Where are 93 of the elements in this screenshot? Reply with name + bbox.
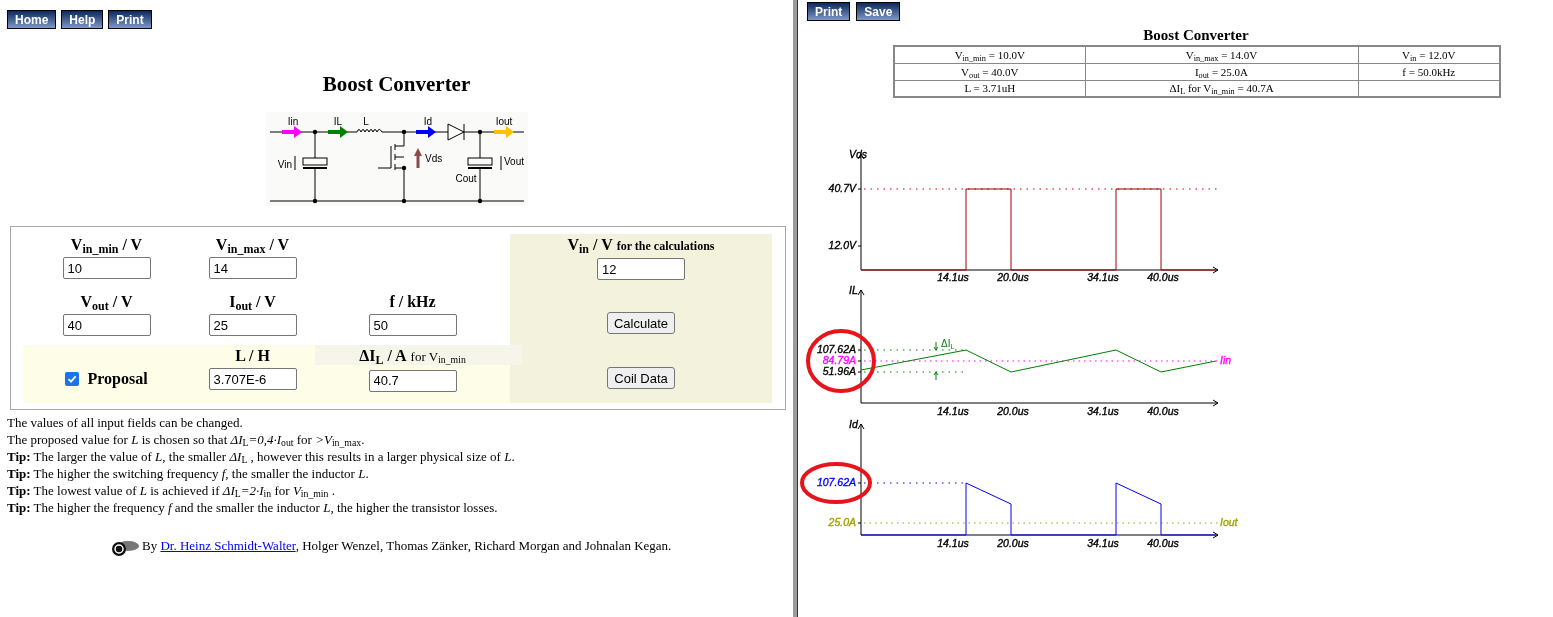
input-field[interactable]: 12 xyxy=(597,258,685,280)
tick-mark xyxy=(857,482,862,484)
input-field[interactable]: 10 xyxy=(62,257,151,279)
circuit-label: Vout xyxy=(504,156,525,167)
circuit-label: Iin xyxy=(287,116,299,127)
summary-cell: V$_{in_max}$ = 14.0V xyxy=(1185,48,1258,61)
axis-label: IL xyxy=(849,284,858,296)
circuit-label: IL xyxy=(333,116,343,127)
current-arrow-icon xyxy=(328,126,348,138)
circuit-label: Vds xyxy=(425,153,443,164)
axis-label: Vds xyxy=(849,148,868,160)
summary-cell: V$_{in}$ = 12.0V xyxy=(1402,48,1456,61)
tick-label: 12.0V xyxy=(828,239,856,251)
delta-label: ΔI$_{L}$ xyxy=(941,338,955,350)
delta-arrow-icon xyxy=(933,341,939,381)
tick-label: 14.1us xyxy=(937,537,969,549)
field-label: V$_{in_min}$ / V xyxy=(70,236,143,254)
tick-label: 40.0us xyxy=(1147,405,1179,417)
summary-cell: ΔI$_{L}$ for V$_{in_min}$ = 40.7A xyxy=(1169,82,1274,95)
tick-label: 25.0A xyxy=(828,516,856,528)
proposal-checkbox[interactable] xyxy=(65,372,80,386)
series-label: Iin xyxy=(1220,354,1232,366)
input-field[interactable]: 40 xyxy=(62,314,151,336)
input-field[interactable]: 14 xyxy=(208,257,297,279)
tick-label: 34.1us xyxy=(1087,405,1119,417)
tick-label: 107.62A xyxy=(816,343,856,355)
summary-cell: I$_{out}$ = 25.0A xyxy=(1194,65,1249,78)
note-text: Tip: The lowest value of L is achieved if ΔI$_{L}$=2·I$_{in}$ for V$_{in_min}$ . xyxy=(7,482,336,499)
tick-label: 40.0us xyxy=(1147,271,1179,283)
tick-label: 34.1us xyxy=(1087,271,1119,283)
note-text: Tip: The larger the value of L, the smaller ΔI$_{L}$ , however this results in a larger physical size of L. xyxy=(7,448,516,465)
field-label: V$_{out}$ / V xyxy=(80,293,133,311)
copyright-logo-icon xyxy=(110,539,140,556)
summary-cell: V$_{out}$ = 40.0V xyxy=(961,65,1019,78)
summary-cell: L = 3.71uH xyxy=(964,82,1016,95)
tick-label: 34.1us xyxy=(1087,537,1119,549)
author-link[interactable]: Dr. Heinz Schmidt-Walter xyxy=(160,538,296,553)
page-title: Boost Converter xyxy=(321,72,472,96)
tick-mark xyxy=(857,371,862,373)
checkbox-label: Proposal xyxy=(87,369,148,390)
voltage-arrow-icon xyxy=(414,148,422,168)
tick-mark xyxy=(857,349,862,351)
credits-text: By Dr. Heinz Schmidt-Walter, Holger Wenzel, Thomas Zänker, Richard Morgan and Johnalan Kegan. xyxy=(142,537,672,555)
form-button[interactable]: Calculate xyxy=(606,312,676,334)
input-field[interactable]: 50 xyxy=(368,314,457,336)
nav-button[interactable]: Print xyxy=(108,10,152,29)
tick-mark xyxy=(857,188,862,190)
tick-label: 20.0us xyxy=(997,271,1029,283)
nav-button[interactable]: Print xyxy=(807,2,851,21)
field-label: V$_{in}$ / V xyxy=(567,236,613,254)
series-label: Iout xyxy=(1220,516,1238,528)
form-button[interactable]: Coil Data xyxy=(607,367,675,389)
tick-label: 20.0us xyxy=(997,405,1029,417)
field-label-note: for the calculations xyxy=(616,238,715,255)
current-arrow-icon xyxy=(494,126,514,138)
circuit-label: Iout xyxy=(495,116,513,127)
current-arrow-icon xyxy=(282,126,302,138)
field-label-note: for V$_{in_min}$ xyxy=(410,348,466,367)
circuit-label: Id xyxy=(423,116,433,127)
summary-cell: f = 50.0kHz xyxy=(1402,65,1456,78)
tick-label: 14.1us xyxy=(937,405,969,417)
note-text: The values of all input fields can be changed. xyxy=(7,414,244,431)
tick-label: 40.7V xyxy=(828,182,856,194)
tick-label: 14.1us xyxy=(937,271,969,283)
circuit-label: L xyxy=(363,116,369,127)
field-label: f / kHz xyxy=(389,293,436,311)
tick-label: 107.62A xyxy=(816,476,856,488)
circuit-label: Vin xyxy=(277,159,292,170)
field-label: I$_{out}$ / V xyxy=(229,293,276,311)
nav-button[interactable]: Save xyxy=(856,2,901,21)
tick-mark xyxy=(857,360,862,362)
field-label: L / H xyxy=(235,347,270,365)
field-label: ΔI$_{L}$ / A xyxy=(359,347,407,365)
tick-mark xyxy=(857,245,862,247)
note-text: Tip: The higher the frequency f and the smaller the inductor L, the higher the transistor losses. xyxy=(7,499,499,516)
input-field[interactable]: 3.707E-6 xyxy=(208,368,297,390)
tick-label: 84.79A xyxy=(822,354,856,366)
tick-label: 40.0us xyxy=(1147,537,1179,549)
tick-label: 51.96A xyxy=(822,365,856,377)
nav-button[interactable]: Home xyxy=(7,10,57,29)
current-arrow-icon xyxy=(416,126,436,138)
input-field[interactable]: 25 xyxy=(208,314,297,336)
input-field[interactable]: 40.7 xyxy=(368,369,457,392)
summary-cell: V$_{in_min}$ = 10.0V xyxy=(954,48,1025,61)
tick-label: 20.0us xyxy=(997,537,1029,549)
note-text: Tip: The higher the switching frequency f, the smaller the inductor L. xyxy=(7,465,370,482)
nav-button[interactable]: Help xyxy=(61,10,104,29)
result-title: Boost Converter xyxy=(1142,26,1250,45)
field-label: V$_{in_max}$ / V xyxy=(215,236,290,254)
axis-label: Id xyxy=(849,418,858,430)
note-text: The proposed value for L is chosen so that ΔI$_{L}$=0,4·I$_{out}$ for >V$_{in_max}$. xyxy=(7,431,366,448)
tick-mark xyxy=(857,522,862,524)
circuit-label: Cout xyxy=(455,173,477,184)
